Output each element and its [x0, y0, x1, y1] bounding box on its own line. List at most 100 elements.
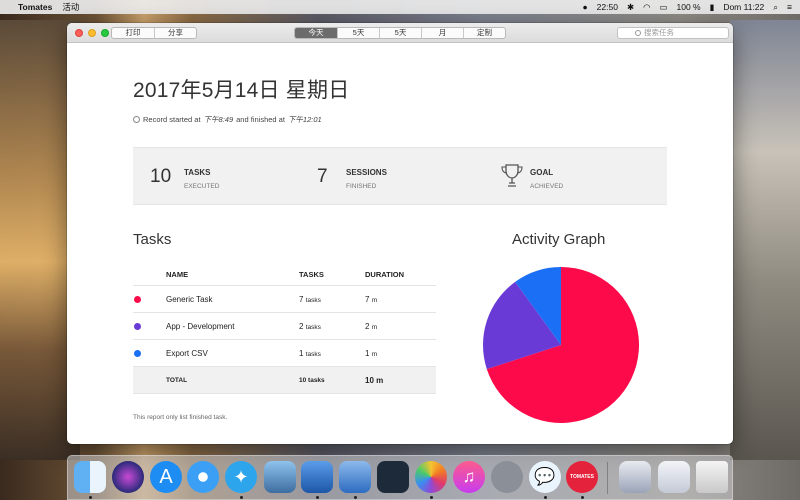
status-area: ● 22:50 ✱ ◠ ▭ 100 % ▮ Dom 11:22 ⌕ ≡	[583, 2, 792, 13]
task-duration-unit: m	[371, 323, 378, 331]
tomates-icon-label: TOMATES	[570, 474, 594, 480]
tab-month[interactable]: 月	[421, 28, 463, 38]
dock: A ✦ ♫ 💬 TOMATES	[67, 455, 733, 500]
sessions-sub: FINISHED	[346, 183, 377, 190]
print-button[interactable]: 打印	[112, 28, 154, 38]
siri-icon[interactable]	[112, 461, 144, 493]
total-row: TOTAL 10 tasks 10 m	[133, 366, 436, 394]
total-label: TOTAL	[166, 376, 188, 384]
search-placeholder: 搜索任务	[644, 28, 674, 37]
sessions-count: 7	[317, 166, 328, 187]
task-count-unit: tasks	[305, 296, 321, 304]
task-duration: 2	[365, 321, 370, 331]
finder-icon[interactable]	[74, 461, 106, 493]
goal-sub: ACHIEVED	[530, 183, 564, 190]
close-button[interactable]	[75, 29, 83, 37]
header-name[interactable]: NAME	[166, 270, 299, 279]
header-tasks[interactable]: TASKS	[299, 270, 365, 279]
twitter-icon[interactable]: ✦	[225, 461, 257, 493]
record-line: Record started at 下午8:49 and finished at…	[133, 114, 322, 125]
tab-today[interactable]: 今天	[295, 28, 337, 38]
app-store-icon[interactable]: A	[150, 461, 182, 493]
total-tasks: 10 tasks	[299, 376, 325, 384]
battery-text[interactable]: 100 %	[677, 2, 701, 12]
itunes-icon[interactable]: ♫	[453, 461, 485, 493]
task-duration: 7	[365, 294, 370, 304]
minimize-button[interactable]	[88, 29, 96, 37]
tab-5-days-2[interactable]: 5天	[379, 28, 421, 38]
table-header: NAME TASKS DURATION	[133, 263, 436, 285]
search-input[interactable]: 搜索任务	[617, 27, 729, 39]
task-color-dot	[134, 295, 141, 303]
xcode-icon[interactable]	[301, 461, 333, 493]
running-indicator	[354, 496, 357, 499]
table-row[interactable]: App - Development 2 tasks 2 m	[133, 312, 436, 339]
goal-label: GOAL	[530, 168, 554, 177]
running-indicator	[240, 496, 243, 499]
page-title: 2017年5月14日 星期日	[133, 79, 350, 102]
app-menu[interactable]: Tomates	[18, 2, 52, 12]
table-row[interactable]: Export CSV 1 tasks 1 m	[133, 339, 436, 366]
share-button[interactable]: 分享	[154, 28, 196, 38]
dock-separator	[607, 462, 608, 494]
record-prefix: Record started at	[143, 115, 201, 124]
total-duration: 10 m	[365, 375, 384, 385]
tasks-sub: EXECUTED	[184, 183, 220, 190]
task-duration-unit: m	[371, 296, 378, 304]
spotlight-icon[interactable]: ⌕	[773, 2, 778, 13]
xcode-beta-icon[interactable]	[339, 461, 371, 493]
activity-graph-title: Activity Graph	[512, 231, 606, 248]
menubar-time[interactable]: 22:50	[597, 2, 618, 12]
task-color-dot	[134, 349, 141, 357]
stack-icon[interactable]	[619, 461, 651, 493]
print-share-group: 打印 分享	[111, 27, 197, 39]
running-indicator	[581, 496, 584, 499]
report-note: This report only list finished task.	[133, 414, 228, 421]
messages-icon[interactable]: 💬	[529, 461, 561, 493]
wifi-icon[interactable]: ◠	[643, 2, 650, 13]
task-duration-unit: m	[371, 350, 378, 358]
task-name: Generic Task	[166, 294, 213, 304]
clock-icon	[133, 116, 140, 123]
notification-center-icon[interactable]: ≡	[787, 2, 792, 12]
running-indicator	[430, 496, 433, 499]
photos-icon[interactable]	[415, 461, 447, 493]
start-time: 下午8:49	[203, 115, 234, 124]
task-name: Export CSV	[166, 348, 208, 358]
trash-icon[interactable]	[696, 461, 728, 493]
period-tabs: 今天 5天 5天 月 定制	[294, 27, 506, 39]
running-indicator	[89, 496, 92, 499]
sessions-label: SESSIONS	[346, 168, 387, 177]
safari-icon[interactable]	[187, 461, 219, 493]
window-controls	[75, 29, 109, 37]
header-duration[interactable]: DURATION	[365, 270, 435, 279]
end-time: 下午12:01	[287, 115, 322, 124]
zoom-button[interactable]	[101, 29, 109, 37]
record-mid: and finished at	[236, 115, 285, 124]
bluetooth-icon[interactable]: ✱	[627, 2, 634, 13]
menu-item-activity[interactable]: 活动	[62, 1, 79, 13]
desktop-wallpaper-right	[730, 20, 800, 460]
tab-5-days[interactable]: 5天	[337, 28, 379, 38]
task-name: App - Development	[166, 321, 235, 331]
menu-bar: Tomates 活动 ● 22:50 ✱ ◠ ▭ 100 % ▮ Dom 11:…	[0, 0, 800, 14]
task-count-unit: tasks	[305, 350, 321, 358]
preview-icon[interactable]	[264, 461, 296, 493]
menubar-clock[interactable]: Dom 11:22	[723, 2, 764, 12]
search-icon	[635, 30, 641, 36]
tomates-icon[interactable]: TOMATES	[566, 461, 598, 493]
tasks-count: 10	[150, 166, 172, 187]
task-count-unit: tasks	[305, 323, 321, 331]
stats-panel: 10 TASKS EXECUTED 7 SESSIONS FINISHED GO…	[133, 147, 667, 205]
launchpad-icon[interactable]	[491, 461, 523, 493]
instruments-icon[interactable]	[377, 461, 409, 493]
task-count: 1	[299, 348, 304, 358]
battery-icon[interactable]: ▮	[710, 2, 715, 13]
timer-icon[interactable]: ●	[583, 2, 588, 12]
airplay-icon[interactable]: ▭	[659, 2, 667, 13]
tab-custom[interactable]: 定制	[463, 28, 505, 38]
mail-icon[interactable]	[658, 461, 690, 493]
running-indicator	[544, 496, 547, 499]
table-row[interactable]: Generic Task 7 tasks 7 m	[133, 285, 436, 312]
activity-pie-chart	[483, 267, 639, 423]
